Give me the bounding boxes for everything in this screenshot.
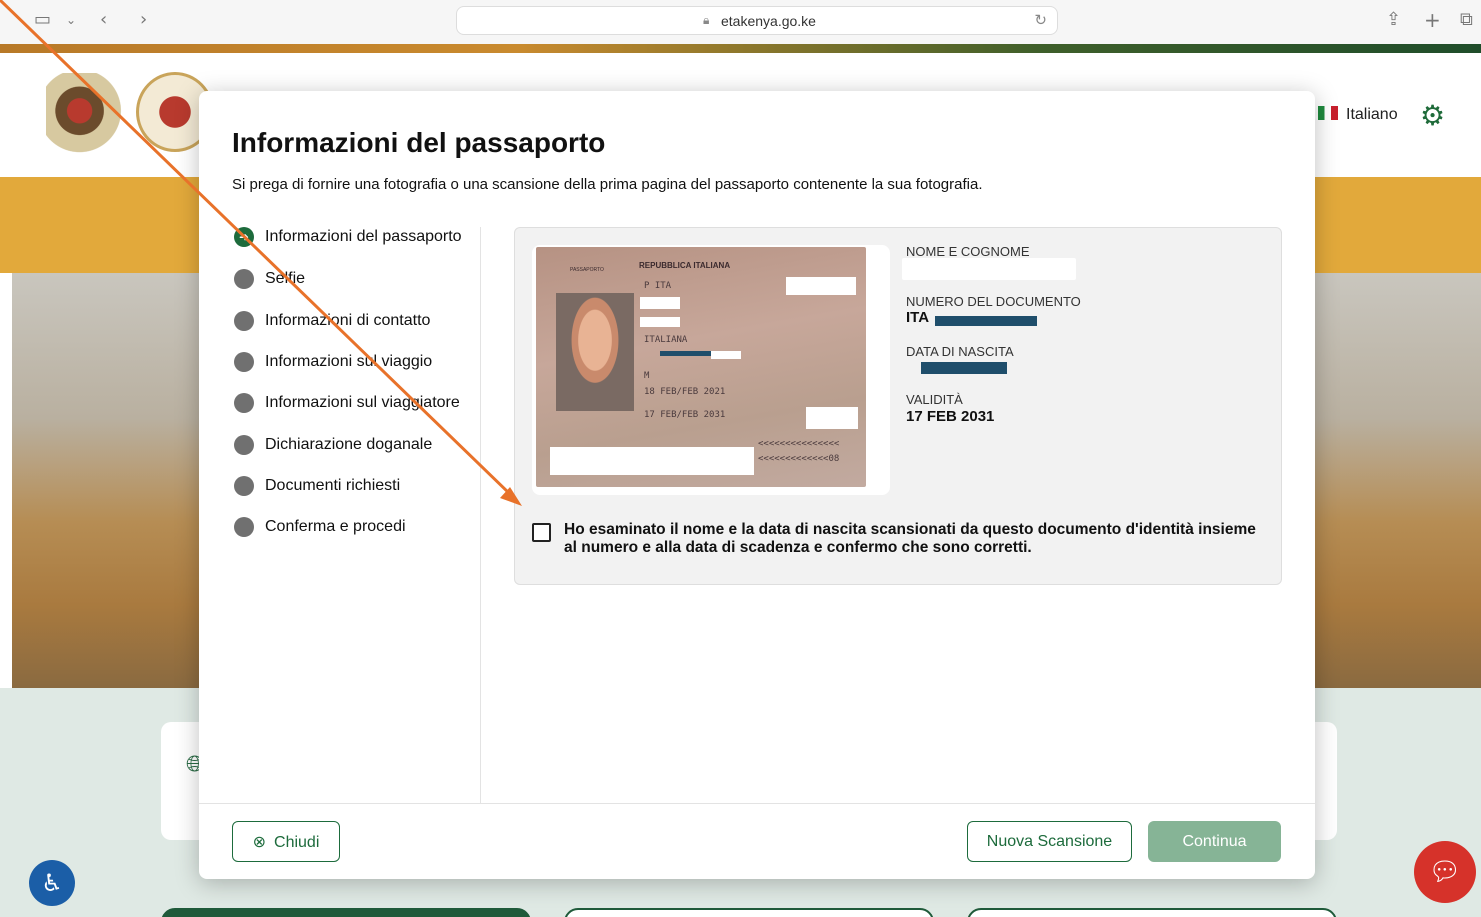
- tabs-icon[interactable]: ⧉: [1460, 10, 1473, 30]
- redaction-box: [640, 297, 680, 309]
- step-dot: [234, 476, 254, 496]
- step-dot: [234, 517, 254, 537]
- redaction-box: [806, 407, 858, 429]
- italy-flag-icon: [1318, 106, 1338, 120]
- step-customs-declaration[interactable]: Dichiarazione doganale: [234, 434, 481, 458]
- name-value-redacted: [902, 258, 1076, 280]
- step-passport-info[interactable]: ➜ Informazioni del passaporto: [234, 226, 481, 250]
- passport-info-modal: Informazioni del passaporto Si prega di …: [199, 91, 1315, 879]
- passport-mrz-line1: <<<<<<<<<<<<<<<: [758, 439, 840, 449]
- redaction-bar: [660, 351, 715, 356]
- passport-sex: M: [644, 371, 650, 381]
- step-label: Informazioni sul viaggio: [265, 353, 433, 370]
- name-label: NOME E COGNOME: [906, 244, 1030, 259]
- url-text: etakenya.go.ke: [721, 13, 816, 29]
- step-dot: [234, 352, 254, 372]
- bg-secondary-button[interactable]: [967, 908, 1337, 917]
- passport-type-label: PASSAPORTO: [570, 267, 604, 273]
- continue-button-label: Continua: [1182, 833, 1247, 850]
- continue-button[interactable]: Continua: [1148, 821, 1281, 862]
- bg-secondary-button[interactable]: [564, 908, 934, 917]
- address-bar[interactable]: 🔒︎ etakenya.go.ke ↻: [456, 6, 1058, 35]
- passport-nationality: ITALIANA: [644, 335, 688, 345]
- share-icon[interactable]: ⇪: [1386, 10, 1401, 30]
- arrow-right-icon: ➜: [234, 227, 254, 247]
- coat-of-arms-logo: [46, 73, 130, 157]
- language-selector[interactable]: Italiano: [1318, 106, 1398, 124]
- step-dot: [234, 311, 254, 331]
- browser-toolbar: ▭ ⌄ ‹ › 🔒︎ etakenya.go.ke ↻ ⇪ + ⧉: [0, 0, 1481, 44]
- step-label: Dichiarazione doganale: [265, 436, 433, 453]
- step-traveler-info[interactable]: Informazioni sul viaggiatore: [234, 392, 481, 416]
- passport-code: P ITA: [644, 281, 672, 291]
- sidebar-icon[interactable]: ▭: [34, 10, 51, 30]
- step-label: Documenti richiesti: [265, 477, 401, 494]
- validity-label: VALIDITÀ: [906, 392, 963, 407]
- step-label: Informazioni sul viaggiatore: [265, 394, 460, 411]
- redaction-box: [550, 447, 754, 475]
- chat-icon[interactable]: 💬︎: [1414, 841, 1476, 903]
- step-dot: [234, 269, 254, 289]
- step-required-documents[interactable]: Documenti richiesti: [234, 475, 481, 499]
- new-scan-button[interactable]: Nuova Scansione: [967, 821, 1132, 862]
- accessibility-icon[interactable]: ♿︎: [29, 860, 75, 906]
- lock-icon: 🔒︎: [703, 13, 710, 27]
- passport-mrz-line2: <<<<<<<<<<<<<08: [758, 454, 840, 464]
- close-circle-icon: ⊗: [252, 832, 267, 851]
- passport-holder-photo: [556, 293, 634, 411]
- confirm-row: Ho esaminato il nome e la data di nascit…: [532, 521, 1272, 561]
- redaction-box: [640, 317, 680, 327]
- step-contact-info[interactable]: Informazioni di contatto: [234, 310, 481, 334]
- confirm-text: Ho esaminato il nome e la data di nascit…: [564, 521, 1256, 556]
- doc-number-label: NUMERO DEL DOCUMENTO: [906, 294, 1081, 309]
- passport-scan-panel: PASSAPORTO REPUBBLICA ITALIANA P ITA ITA…: [514, 227, 1282, 585]
- header-stripe: [0, 44, 1481, 53]
- step-label: Informazioni del passaporto: [265, 228, 462, 245]
- close-button-label: Chiudi: [274, 834, 320, 851]
- footer-divider: [199, 803, 1315, 804]
- modal-subtitle: Si prega di fornire una fotografia o una…: [232, 176, 983, 193]
- back-icon[interactable]: ‹: [100, 10, 107, 30]
- modal-title: Informazioni del passaporto: [232, 127, 606, 158]
- redaction-box: [711, 351, 741, 359]
- vertical-divider: [480, 227, 481, 804]
- passport-country-header: REPUBBLICA ITALIANA: [639, 261, 731, 270]
- dob-label: DATA DI NASCITA: [906, 344, 1014, 359]
- doc-number-value: ITA: [906, 309, 930, 326]
- step-selfie[interactable]: Selfie: [234, 268, 481, 292]
- step-travel-info[interactable]: Informazioni sul viaggio: [234, 351, 481, 375]
- close-button[interactable]: ⊗ Chiudi: [232, 821, 340, 862]
- validity-value: 17 FEB 2031: [906, 408, 995, 425]
- gear-icon[interactable]: ⚙: [1420, 99, 1445, 132]
- passport-scan-image: PASSAPORTO REPUBBLICA ITALIANA P ITA ITA…: [536, 247, 866, 487]
- doc-number-redacted: [935, 316, 1037, 326]
- reload-icon[interactable]: ↻: [1034, 11, 1047, 29]
- chevron-down-icon[interactable]: ⌄: [66, 10, 76, 30]
- dob-redacted: [921, 362, 1007, 374]
- redaction-box: [786, 277, 856, 295]
- step-label: Selfie: [265, 270, 306, 287]
- forward-icon[interactable]: ›: [140, 10, 147, 30]
- bg-primary-button[interactable]: [161, 908, 531, 917]
- language-label: Italiano: [1346, 106, 1398, 123]
- new-tab-icon[interactable]: +: [1424, 10, 1441, 30]
- confirm-checkbox[interactable]: [532, 523, 551, 542]
- step-dot: [234, 393, 254, 413]
- passport-image-frame: PASSAPORTO REPUBBLICA ITALIANA P ITA ITA…: [532, 245, 890, 495]
- step-label: Conferma e procedi: [265, 518, 406, 535]
- new-scan-button-label: Nuova Scansione: [986, 833, 1113, 850]
- passport-issue-date: 18 FEB/FEB 2021: [644, 387, 726, 397]
- step-label: Informazioni di contatto: [265, 312, 431, 329]
- passport-expiry-date: 17 FEB/FEB 2031: [644, 410, 726, 420]
- step-confirm-proceed[interactable]: Conferma e procedi: [234, 516, 481, 540]
- step-dot: [234, 435, 254, 455]
